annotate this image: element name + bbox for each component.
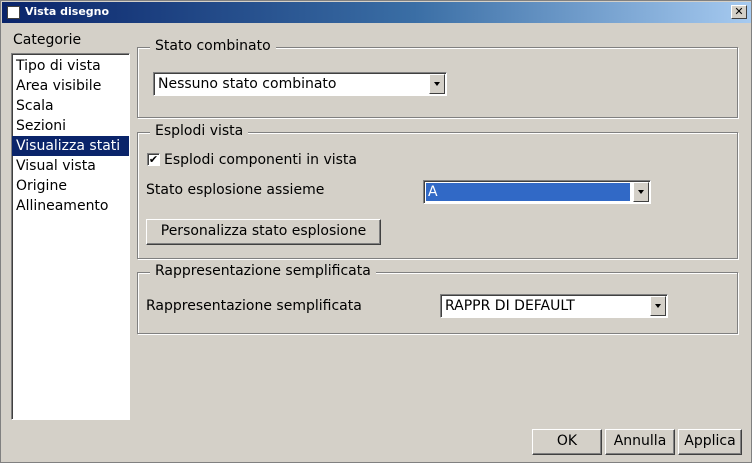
title-bar[interactable]: Vista disegno ✕	[2, 2, 751, 23]
categories-list[interactable]: Tipo di vista Area visibile Scala Sezion…	[11, 53, 130, 420]
combined-state-dropdown-button[interactable]	[429, 74, 445, 94]
category-item-tipo-di-vista[interactable]: Tipo di vista	[12, 56, 129, 76]
simplified-rep-dropdown-button[interactable]	[650, 296, 666, 316]
categories-label: Categorie	[13, 32, 82, 48]
simplified-rep-field-label: Rappresentazione semplificata	[146, 298, 362, 314]
simplified-rep-value: RAPPR DI DEFAULT	[445, 298, 575, 314]
simplified-rep-select[interactable]: RAPPR DI DEFAULT	[440, 294, 668, 318]
cancel-button[interactable]: Annulla	[605, 429, 675, 455]
combined-state-group-label: Stato combinato	[150, 38, 276, 54]
customize-explode-state-button[interactable]: Personalizza stato esplosione	[146, 219, 381, 245]
assembly-explode-state-select[interactable]: A	[423, 180, 651, 204]
category-item-scala[interactable]: Scala	[12, 96, 129, 116]
combined-state-select[interactable]: Nessuno stato combinato	[153, 72, 447, 96]
apply-button[interactable]: Applica	[678, 429, 742, 455]
explode-components-checkbox[interactable]: ✔	[147, 153, 160, 166]
close-button[interactable]: ✕	[731, 5, 747, 19]
simplified-rep-group-label: Rappresentazione semplificata	[150, 263, 376, 279]
category-item-visualizza-stati[interactable]: Visualizza stati	[12, 136, 129, 156]
assembly-explode-state-value: A	[426, 183, 630, 201]
explode-view-group-label: Esplodi vista	[150, 123, 249, 139]
category-item-area-visibile[interactable]: Area visibile	[12, 76, 129, 96]
explode-components-label: Esplodi componenti in vista	[164, 152, 357, 168]
combined-state-value: Nessuno stato combinato	[158, 76, 337, 92]
window-title: Vista disegno	[25, 5, 110, 18]
assembly-explode-state-label: Stato esplosione assieme	[146, 182, 325, 198]
chevron-down-icon	[655, 304, 661, 308]
category-item-allineamento[interactable]: Allineamento	[12, 196, 129, 216]
category-item-visual-vista[interactable]: Visual vista	[12, 156, 129, 176]
chevron-down-icon	[638, 190, 644, 194]
app-icon	[7, 6, 20, 19]
chevron-down-icon	[434, 82, 440, 86]
assembly-explode-state-dropdown-button[interactable]	[633, 182, 649, 202]
category-item-sezioni[interactable]: Sezioni	[12, 116, 129, 136]
category-item-origine[interactable]: Origine	[12, 176, 129, 196]
ok-button[interactable]: OK	[532, 429, 602, 455]
dialog-window: Vista disegno ✕ Categorie Tipo di vista …	[0, 0, 752, 463]
